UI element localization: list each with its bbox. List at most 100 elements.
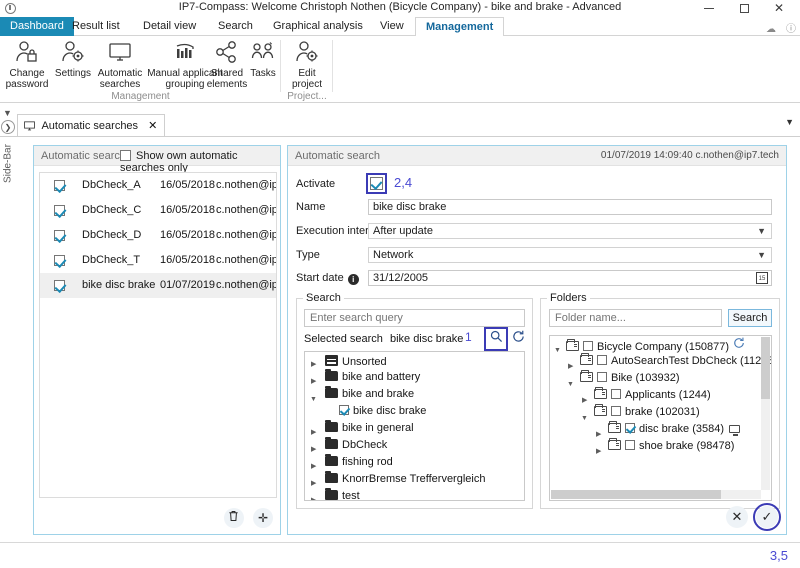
type-label: Type <box>296 249 320 261</box>
tree-node[interactable]: ▶ shoe brake (98478) <box>550 438 771 455</box>
right-panel-meta: 01/07/2019 14:09:40 c.nothen@ip7.tech <box>600 150 779 161</box>
ribbon-tab-graphical-analysis[interactable]: Graphical analysis <box>263 17 373 36</box>
table-row[interactable]: DbCheck_A 16/05/2018 c.nothen@ip7.tech <box>40 173 276 198</box>
folders-tree[interactable]: ▼ Bicycle Company (150877) ▶ AutoSearchT… <box>549 335 772 501</box>
calendar-icon[interactable]: 15 <box>756 272 768 284</box>
right-panel-title: Automatic search <box>295 150 380 162</box>
maximize-button[interactable] <box>729 0 759 17</box>
tree-node-checkbox[interactable] <box>611 389 621 399</box>
ribbon-button-change-password[interactable]: Change password <box>3 39 51 90</box>
show-own-searches-checkbox[interactable]: Show own automatic searches only <box>120 150 280 174</box>
table-row-selected[interactable]: bike disc brake 01/07/2019 c.nothen@ip7.… <box>40 273 276 298</box>
search-query-input[interactable] <box>304 309 525 327</box>
cloud-icon[interactable]: ☁ <box>766 24 776 35</box>
row-checkbox[interactable] <box>54 255 65 266</box>
document-tab-automatic-searches[interactable]: Automatic searches ✕ <box>17 114 166 137</box>
row-checkbox[interactable] <box>54 180 65 191</box>
document-tab-bar: ▼ Automatic searches ✕ ▼ <box>0 103 800 137</box>
tree-node[interactable]: ▶ Unsorted <box>305 352 524 369</box>
ribbon-group-label: Management <box>111 91 170 102</box>
scrollbar-thumb[interactable] <box>551 490 721 499</box>
tree-node[interactable]: ▶ DbCheck <box>305 437 524 454</box>
scrollbar-thumb[interactable] <box>761 337 770 399</box>
ribbon-tab-management[interactable]: Management <box>415 17 505 37</box>
row-owner: c.nothen@ip7.tech <box>216 204 276 216</box>
start-date-input[interactable]: 31/12/2005 15 <box>368 270 772 286</box>
tree-node-checkbox[interactable] <box>583 341 593 351</box>
tree-node[interactable]: ▶ fishing rod <box>305 454 524 471</box>
tree-node-checkbox[interactable] <box>625 423 635 433</box>
tree-node[interactable]: ▼ bike and brake <box>305 386 524 403</box>
row-checkbox[interactable] <box>54 230 65 241</box>
ribbon-button-automatic-searches[interactable]: Automatic searches <box>92 39 148 90</box>
confirm-button[interactable]: ✓ <box>753 503 781 531</box>
table-row[interactable]: DbCheck_D 16/05/2018 c.nothen@ip7.tech <box>40 223 276 248</box>
ribbon-tab-result-list[interactable]: Result list <box>62 17 130 36</box>
application-window: IP7-Compass: Welcome Christoph Nothen (B… <box>0 0 800 568</box>
folders-tree-vertical-scrollbar[interactable] <box>761 337 770 490</box>
add-button[interactable]: ✛ <box>253 508 273 528</box>
name-input[interactable]: bike disc brake <box>368 199 772 215</box>
chevron-right-icon[interactable]: ▶ <box>596 443 601 460</box>
tree-node-checkbox[interactable] <box>597 372 607 382</box>
folders-tree-horizontal-scrollbar[interactable] <box>551 490 761 499</box>
tree-node-selected[interactable]: bike disc brake <box>305 403 524 420</box>
chevron-right-circle-icon[interactable]: ❯ <box>1 120 15 134</box>
ribbon-button-edit-project[interactable]: Edit project <box>285 39 329 90</box>
tree-node-checkbox[interactable] <box>597 355 607 365</box>
document-tab-label: Automatic searches <box>41 120 139 132</box>
ribbon-tab-detail-view[interactable]: Detail view <box>133 17 206 36</box>
automatic-search-list-panel: Automatic search Show own automatic sear… <box>33 145 281 535</box>
folder-name-input[interactable] <box>549 309 722 327</box>
row-checkbox[interactable] <box>54 205 65 216</box>
panel-collapse-icon[interactable]: ▼ <box>785 117 794 127</box>
ribbon-button-settings[interactable]: Settings <box>51 39 95 79</box>
tree-node[interactable]: ▶ test <box>305 488 524 500</box>
row-checkbox[interactable] <box>54 280 65 291</box>
tree-node-checkbox[interactable] <box>625 440 635 450</box>
automatic-search-list[interactable]: DbCheck_A 16/05/2018 c.nothen@ip7.tech D… <box>39 172 277 498</box>
tree-node[interactable]: ▼ Bike (103932) <box>550 370 771 388</box>
tree-node-checkbox[interactable] <box>611 406 621 416</box>
folder-icon <box>325 420 338 432</box>
minimize-button[interactable] <box>694 0 724 17</box>
ribbon-tab-view[interactable]: View <box>370 17 414 36</box>
tree-node-label: Applicants (1244) <box>625 389 711 401</box>
refresh-search-button[interactable] <box>509 330 527 348</box>
tree-node[interactable]: ▶ Applicants (1244) <box>550 387 771 404</box>
folder-icon <box>325 471 338 483</box>
title-bar: IP7-Compass: Welcome Christoph Nothen (B… <box>0 0 800 17</box>
chevron-right-icon[interactable]: ▶ <box>311 492 316 500</box>
tree-node[interactable]: ▶ bike in general <box>305 420 524 437</box>
tree-node[interactable]: ▶ AutoSearchTest DbCheck (11298 <box>550 353 771 370</box>
folder-icon <box>580 370 593 382</box>
row-owner: c.nothen@ip7.tech <box>216 279 276 291</box>
table-row[interactable]: DbCheck_T 16/05/2018 c.nothen@ip7.tech <box>40 248 276 273</box>
table-row[interactable]: DbCheck_C 16/05/2018 c.nothen@ip7.tech <box>40 198 276 223</box>
tree-node[interactable]: ▶ disc brake (3584) <box>550 421 771 438</box>
run-search-button[interactable] <box>484 327 508 351</box>
delete-button[interactable] <box>223 508 244 528</box>
cancel-button[interactable]: ✕ <box>725 506 748 528</box>
search-tree[interactable]: ▶ Unsorted ▶ bike and battery ▼ bike and… <box>304 351 525 501</box>
tree-node[interactable]: ▼ Bicycle Company (150877) <box>550 336 771 354</box>
row-name: bike disc brake <box>82 279 156 291</box>
share-nodes-icon <box>203 39 251 65</box>
tree-node[interactable]: ▶ bike and battery <box>305 369 524 386</box>
ribbon-button-shared-elements[interactable]: Shared elements <box>203 39 251 90</box>
ribbon-tab-search[interactable]: Search <box>208 17 263 36</box>
activate-checkbox[interactable] <box>366 173 387 194</box>
tree-node-checkbox[interactable] <box>339 405 349 415</box>
tree-node[interactable]: ▶ KnorrBremse Treffervergleich <box>305 471 524 488</box>
close-button[interactable]: ✕ <box>764 0 794 17</box>
ribbon-button-tasks[interactable]: Tasks <box>245 39 281 79</box>
close-icon[interactable]: ✕ <box>148 120 157 132</box>
tree-node[interactable]: ▼ brake (102031) <box>550 404 771 422</box>
folder-search-button[interactable]: Search <box>728 309 772 327</box>
ribbon-collapse-icon[interactable]: ▼ <box>3 108 12 118</box>
help-icon[interactable]: ⓘ <box>786 20 796 35</box>
execution-interval-select[interactable]: After update ▼ <box>368 223 772 239</box>
left-panel-footer: ✛ <box>218 508 273 528</box>
type-select[interactable]: Network ▼ <box>368 247 772 263</box>
info-icon[interactable]: i <box>347 274 359 285</box>
